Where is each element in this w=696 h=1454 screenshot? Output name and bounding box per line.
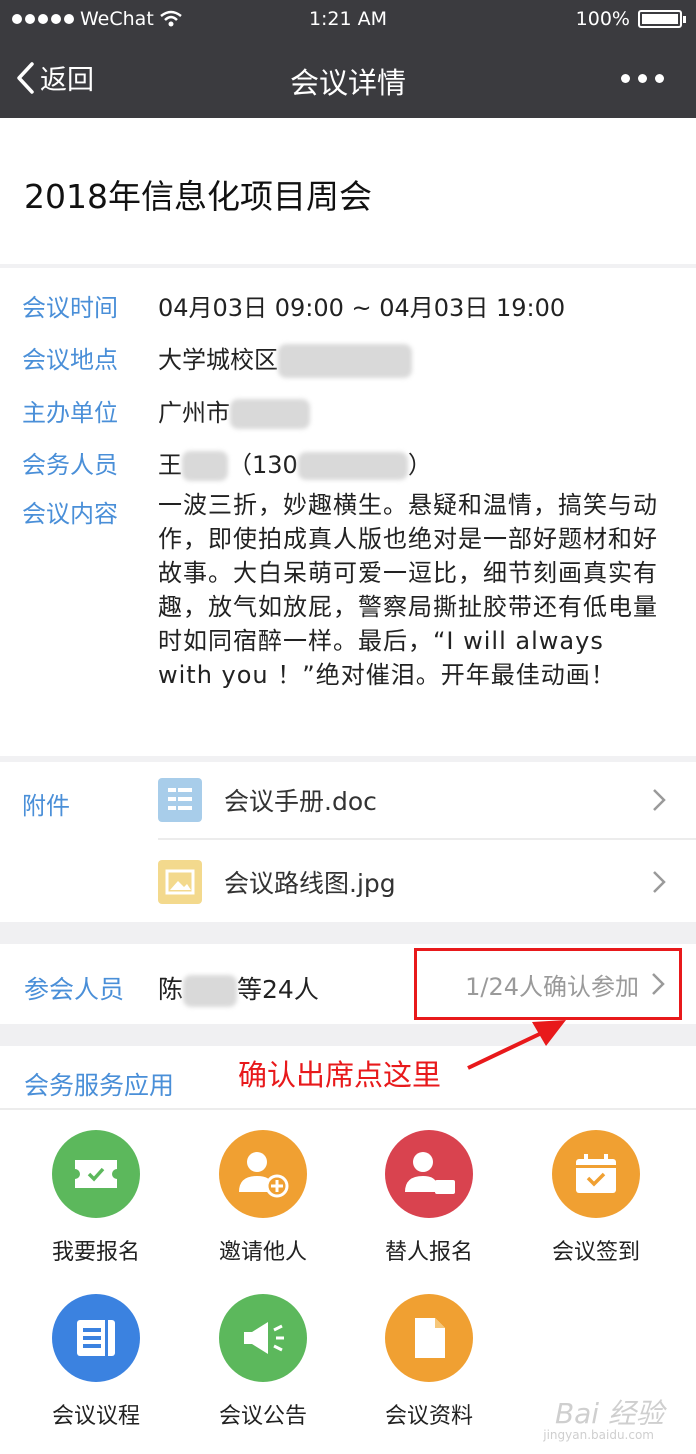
app-check-in[interactable]: 会议签到 xyxy=(536,1130,656,1266)
staff-name: 王 xyxy=(158,451,182,479)
participants-name-prefix: 陈 xyxy=(158,975,184,1004)
services-label: 会务服务应用 xyxy=(24,1071,175,1100)
top-bar: WeChat 1:21 AM 100% 返回 会议详情 xyxy=(0,0,696,118)
redacted-block xyxy=(183,975,238,1007)
app-invite-others[interactable]: 邀请他人 xyxy=(203,1130,323,1266)
meeting-location-value: 大学城校区 xyxy=(158,340,412,378)
page-title: 会议详情 xyxy=(289,66,406,100)
document-icon xyxy=(385,1294,473,1382)
meeting-time-row: 会议时间 04月03日 09:00 ~ 04月03日 19:00 xyxy=(22,288,565,323)
meeting-organizer-label: 主办单位 xyxy=(22,399,118,427)
megaphone-icon xyxy=(219,1294,307,1382)
nav-bar: 返回 会议详情 xyxy=(0,44,696,114)
staff-phone-suffix: ） xyxy=(407,451,432,479)
divider xyxy=(0,1108,696,1110)
meeting-staff-value: 王 （130 ） xyxy=(158,445,432,481)
participants-label: 参会人员 xyxy=(24,975,125,1004)
chevron-right-icon xyxy=(652,973,665,995)
meeting-location-row: 会议地点 大学城校区 xyxy=(22,340,412,378)
status-bar: WeChat 1:21 AM 100% xyxy=(0,0,696,40)
meeting-time-value: 04月03日 09:00 ~ 04月03日 19:00 xyxy=(158,294,566,322)
chevron-right-icon xyxy=(653,871,666,893)
redacted-block xyxy=(297,452,408,480)
location-text: 大学城校区 xyxy=(158,346,278,374)
attachment-item-jpg[interactable]: 会议路线图.jpg xyxy=(158,842,678,922)
meeting-staff-label: 会务人员 xyxy=(22,451,118,479)
watermark: Bai 经验 xyxy=(554,1397,664,1430)
organizer-text: 广州市 xyxy=(158,399,230,427)
meeting-time-label: 会议时间 xyxy=(22,294,118,322)
annotation-arrow xyxy=(467,1020,566,1070)
section-gap xyxy=(0,922,696,944)
confirm-attendance-button[interactable]: 1/24人确认参加 xyxy=(414,948,682,1020)
more-dot-icon xyxy=(638,74,647,83)
calendar-check-icon xyxy=(552,1130,640,1218)
section-gap xyxy=(0,1024,696,1046)
battery-percent: 100% xyxy=(575,8,630,30)
attachment-name: 会议路线图.jpg xyxy=(224,869,396,898)
redacted-block xyxy=(182,451,228,481)
participants-names: 陈 等24人 xyxy=(158,970,319,1007)
participants-count: 等24人 xyxy=(237,975,319,1004)
app-label: 会议议程 xyxy=(51,1404,140,1429)
app-label: 我要报名 xyxy=(51,1240,140,1265)
meeting-organizer-value: 广州市 xyxy=(158,393,310,429)
image-file-icon xyxy=(158,860,202,904)
doc-file-icon xyxy=(158,778,202,822)
battery-indicator: 100% xyxy=(575,8,686,30)
redacted-block xyxy=(278,344,412,378)
staff-phone-prefix: （130 xyxy=(228,451,298,479)
meeting-title: 2018年信息化项目周会 xyxy=(24,177,372,216)
app-label: 会议签到 xyxy=(551,1240,640,1265)
person-ticket-icon xyxy=(385,1130,473,1218)
app-signup[interactable]: 我要报名 xyxy=(36,1130,156,1266)
meeting-staff-row: 会务人员 王 （130 ） xyxy=(22,445,432,481)
app-label: 替人报名 xyxy=(384,1240,473,1265)
participants-row: 参会人员 陈 等24人 1/24人确认参加 xyxy=(0,944,696,1024)
meeting-content-label: 会议内容 xyxy=(22,500,118,528)
chevron-right-icon xyxy=(653,789,666,811)
attachments-label: 附件 xyxy=(22,792,70,820)
app-label: 会议公告 xyxy=(218,1404,307,1429)
meeting-content-label-row: 会议内容 xyxy=(22,494,158,529)
add-person-icon xyxy=(219,1130,307,1218)
ticket-icon xyxy=(52,1130,140,1218)
attachment-item-doc[interactable]: 会议手册.doc xyxy=(158,760,678,840)
app-label: 邀请他人 xyxy=(218,1240,307,1265)
more-dot-icon xyxy=(655,74,664,83)
app-label: 会议资料 xyxy=(384,1404,473,1429)
app-announcement[interactable]: 会议公告 xyxy=(203,1294,323,1430)
battery-icon xyxy=(638,10,686,28)
attachment-name: 会议手册.doc xyxy=(224,787,377,816)
more-menu-button[interactable] xyxy=(621,74,664,83)
agenda-list-icon xyxy=(52,1294,140,1382)
more-dot-icon xyxy=(621,74,630,83)
meeting-organizer-row: 主办单位 广州市 xyxy=(22,393,310,429)
watermark-url: jingyan.baidu.com xyxy=(543,1428,654,1442)
meeting-location-label: 会议地点 xyxy=(22,346,118,374)
app-materials[interactable]: 会议资料 xyxy=(369,1294,489,1430)
annotation-text: 确认出席点这里 xyxy=(238,1058,442,1092)
redacted-block xyxy=(230,399,310,429)
app-agenda[interactable]: 会议议程 xyxy=(36,1294,156,1430)
confirm-attendance-text: 1/24人确认参加 xyxy=(465,972,639,1001)
divider xyxy=(0,264,696,268)
app-signup-for-others[interactable]: 替人报名 xyxy=(369,1130,489,1266)
meeting-content-text: 一波三折，妙趣横生。悬疑和温情，搞笑与动作，即使拍成真人版也绝对是一部好题材和好… xyxy=(158,491,658,689)
divider xyxy=(158,838,696,840)
